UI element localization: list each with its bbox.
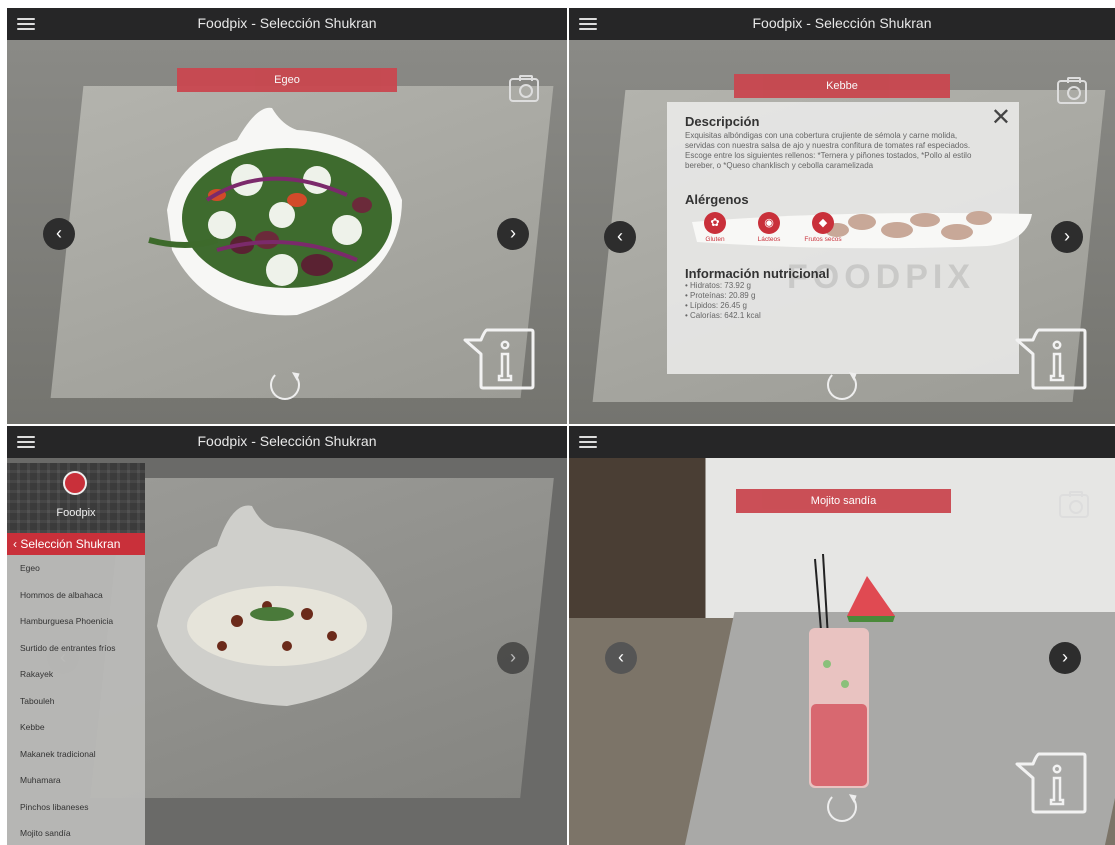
nutrition-section: Información nutricional • Hidratos: 73.9… (685, 266, 829, 321)
gluten-icon: ✿ (704, 212, 726, 234)
app-title: Foodpix - Selección Shukran (197, 433, 377, 449)
allergens-list: ✿ Gluten ◉ Lácteos ◆ Frutos secos (695, 212, 845, 252)
menu-item[interactable]: Tabouleh (7, 688, 145, 715)
nutrition-row: • Lípidos: 26.45 g (685, 301, 747, 310)
rotate-icon[interactable] (827, 370, 857, 400)
prev-dish-button[interactable]: ‹ (604, 221, 636, 253)
menu-item[interactable]: Hamburguesa Phoenicia (7, 608, 145, 635)
info-icon[interactable] (1015, 328, 1087, 390)
dish-name-tag: Egeo (177, 68, 397, 92)
camera-icon[interactable] (1059, 491, 1089, 518)
next-dish-button[interactable]: › (1051, 221, 1083, 253)
menu-item[interactable]: Makanek tradicional (7, 741, 145, 768)
panel-kebbe: Foodpix - Selección Shukran Kebbe ‹ ✕ De… (569, 8, 1115, 424)
dish-name-tag: Mojito sandía (736, 489, 951, 513)
app-title: Foodpix - Selección Shukran (752, 15, 932, 31)
app-bar: Foodpix - Selección Shukran (7, 426, 567, 458)
menu-list: Egeo Hommos de albahaca Hamburguesa Phoeni… (7, 555, 145, 845)
mojito-glass-image (809, 554, 895, 788)
rotate-icon[interactable] (270, 370, 300, 400)
panel-egeo: Foodpix - Selección Shukran Egeo ‹ › (7, 8, 567, 424)
allergen-lacteos: ◉ Lácteos (749, 212, 789, 243)
allergen-frutos-secos: ◆ Frutos secos (803, 212, 843, 243)
foodpix-logo-icon (63, 471, 87, 495)
menu-item[interactable]: Surtido de entrantes fríos (7, 635, 145, 662)
menu-item[interactable]: Kebbe (7, 714, 145, 741)
next-dish-button[interactable]: › (1049, 642, 1081, 674)
dish-name-tag: Kebbe (734, 74, 950, 98)
nut-icon: ◆ (812, 212, 834, 234)
panel-mojito: Mojito sandía ‹ › (569, 426, 1115, 845)
description-heading: Descripción (685, 114, 760, 129)
allergen-gluten: ✿ Gluten (695, 212, 735, 243)
menu-item[interactable]: Hommos de albahaca (7, 582, 145, 609)
nutrition-row: • Proteínas: 20.89 g (685, 291, 756, 300)
app-bar: Foodpix - Selección Shukran (569, 8, 1115, 40)
rotate-icon[interactable] (827, 792, 857, 822)
menu-item[interactable]: Pinchos libaneses (7, 794, 145, 821)
nutrition-row: • Calorías: 642.1 kcal (685, 311, 761, 320)
next-dish-button[interactable]: › (497, 218, 529, 250)
close-icon[interactable]: ✕ (991, 106, 1011, 130)
panel-menu: Foodpix - Selección Shukran ‹ › Foodpix … (7, 426, 567, 845)
info-icon[interactable] (463, 328, 535, 390)
next-dish-button[interactable]: › (497, 642, 529, 674)
camera-icon[interactable] (1057, 77, 1087, 104)
menu-header: Foodpix (7, 463, 145, 533)
menu-section-back[interactable]: ‹ Selección Shukran (7, 533, 145, 555)
hamburger-icon[interactable] (579, 433, 597, 449)
menu-item[interactable]: Egeo (7, 555, 145, 582)
menu-item[interactable]: Rakayek (7, 661, 145, 688)
app-title: Foodpix - Selección Shukran (197, 15, 377, 31)
app-bar (569, 426, 1115, 458)
app-bar: Foodpix - Selección Shukran (7, 8, 567, 40)
nutrition-row: • Hidratos: 73.92 g (685, 281, 751, 290)
salad-bowl-image (148, 107, 402, 316)
prev-dish-button[interactable]: ‹ (605, 642, 637, 674)
description-text: Exquisitas albóndigas con una cobertura … (685, 131, 972, 170)
prev-dish-button[interactable]: ‹ (43, 218, 75, 250)
hummus-bowl-image (157, 505, 393, 706)
milk-icon: ◉ (758, 212, 780, 234)
info-overlay: ✕ Descripción Exquisitas albóndigas con … (667, 102, 1032, 374)
nutrition-heading: Información nutricional (685, 266, 830, 281)
menu-brand: Foodpix (56, 507, 96, 519)
menu-item[interactable]: Muhamara (7, 767, 145, 794)
side-menu: Foodpix ‹ Selección Shukran Egeo Hommos d… (7, 463, 145, 845)
camera-icon[interactable] (509, 75, 539, 102)
info-icon[interactable] (1015, 752, 1087, 814)
menu-item[interactable]: Mojito sandía (7, 820, 145, 845)
